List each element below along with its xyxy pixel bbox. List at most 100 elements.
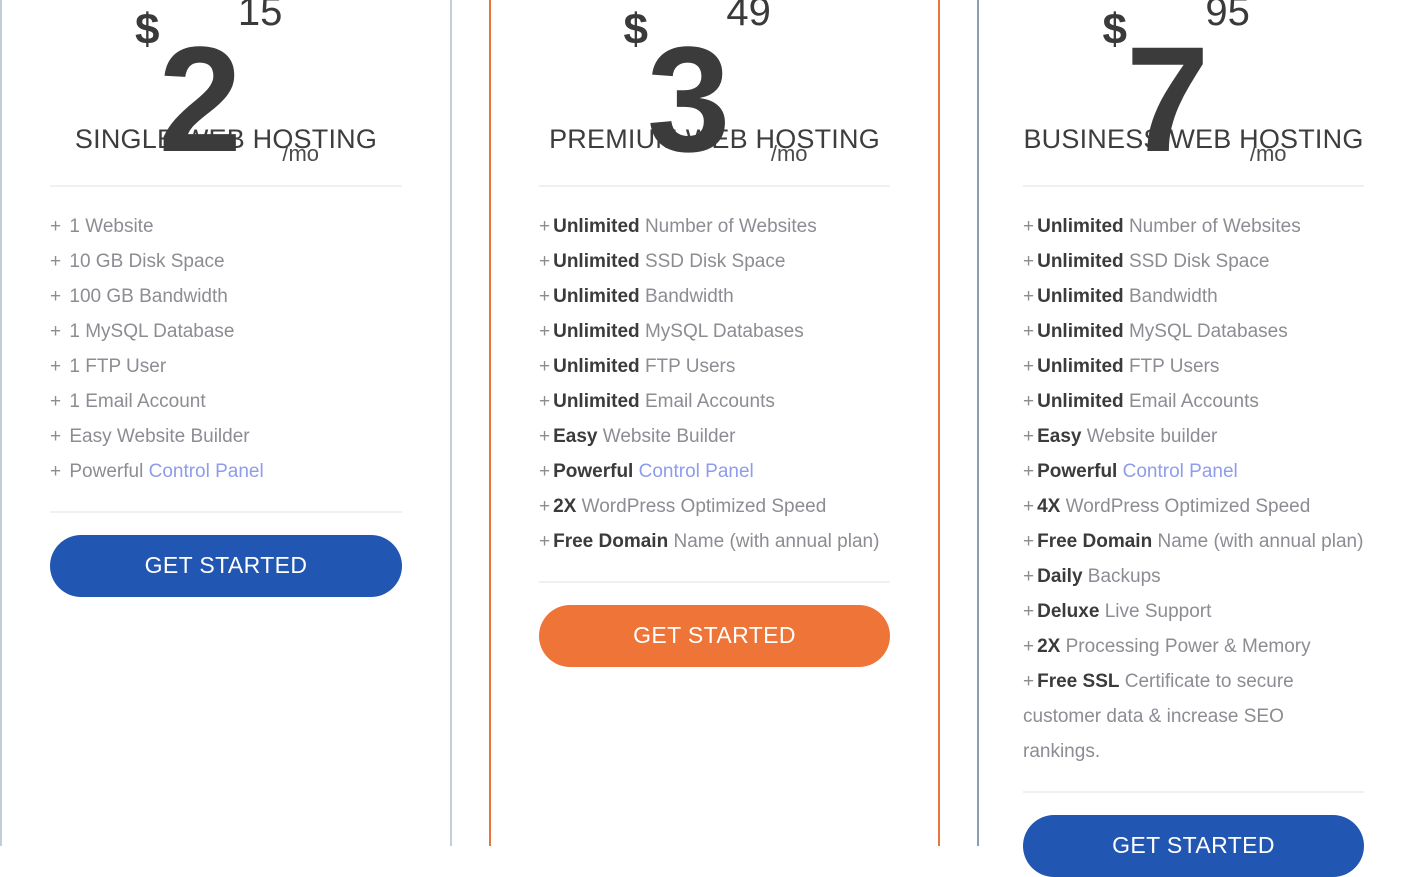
feature-item: +2X Processing Power & Memory (1023, 629, 1364, 664)
get-started-button-single[interactable]: GET STARTED (50, 535, 402, 597)
plus-icon: + (50, 391, 62, 412)
feature-highlight: Free SSL (1037, 671, 1120, 692)
plus-icon: + (1023, 216, 1035, 237)
feature-text: 1 MySQL Database (64, 321, 235, 342)
plus-icon: + (1023, 356, 1035, 377)
feature-item: +2X WordPress Optimized Speed (539, 489, 890, 524)
plus-icon: + (50, 286, 62, 307)
feature-item: + Powerful Control Panel (539, 454, 890, 489)
feature-text: 100 GB Bandwidth (64, 286, 228, 307)
plus-icon: + (1023, 636, 1035, 657)
plus-icon: + (1023, 251, 1035, 272)
feature-highlight: Daily (1037, 566, 1083, 587)
plus-icon: + (1023, 531, 1035, 552)
feature-item: + Unlimited Email Accounts (1023, 384, 1364, 419)
feature-highlight: Unlimited (553, 391, 640, 412)
plus-icon: + (539, 391, 551, 412)
feature-text: Backups (1082, 566, 1161, 587)
plan-card-premium: $349/mo PREMIUM WEB HOSTING + Unlimited N… (489, 0, 940, 846)
get-started-button-business[interactable]: GET STARTED (1023, 815, 1364, 877)
feature-text: 10 GB Disk Space (64, 251, 225, 272)
feature-item: +4X WordPress Optimized Speed (1023, 489, 1364, 524)
feature-item: + Easy Website Builder (539, 419, 890, 454)
feature-item: + 100 GB Bandwidth (50, 279, 402, 314)
currency-symbol: $ (623, 5, 648, 54)
feature-highlight: Free Domain (553, 531, 669, 552)
control-panel-link[interactable]: Control Panel (1123, 461, 1238, 482)
feature-item: + Unlimited Number of Websites (539, 209, 890, 244)
feature-highlight: Unlimited (1037, 391, 1124, 412)
feature-highlight: Unlimited (1037, 321, 1124, 342)
plus-icon: + (539, 426, 551, 447)
feature-text: Name (with annual plan) (1152, 531, 1364, 552)
plus-icon: + (539, 216, 551, 237)
price-cents: 49 (726, 0, 771, 34)
feature-text: FTP Users (639, 356, 736, 377)
price-amount: 2 (158, 15, 241, 183)
control-panel-link[interactable]: Control Panel (149, 461, 264, 482)
feature-item: + Unlimited MySQL Databases (539, 314, 890, 349)
feature-item: + Daily Backups (1023, 559, 1364, 594)
feature-text: Email Accounts (1123, 391, 1259, 412)
feature-list-premium: + Unlimited Number of Websites + Unlimited … (539, 187, 890, 559)
feature-highlight: Unlimited (553, 356, 640, 377)
feature-item: + Free Domain Name (with annual plan) (539, 524, 890, 559)
feature-highlight: 4X (1037, 496, 1061, 517)
feature-text: 1 Website (64, 216, 154, 237)
feature-text: MySQL Databases (1123, 321, 1288, 342)
feature-highlight: Unlimited (553, 251, 640, 272)
feature-item: + Unlimited FTP Users (1023, 349, 1364, 384)
plus-icon: + (539, 356, 551, 377)
feature-item: + Unlimited Number of Websites (1023, 209, 1364, 244)
plus-icon: + (1023, 461, 1035, 482)
plan-card-single: $215/mo SINGLE WEB HOSTING + 1 Website + … (0, 0, 452, 846)
feature-text: Bandwidth (639, 286, 734, 307)
feature-item: + Unlimited MySQL Databases (1023, 314, 1364, 349)
get-started-button-premium[interactable]: GET STARTED (539, 605, 890, 667)
plus-icon: + (1023, 671, 1035, 692)
feature-highlight: Powerful (1037, 461, 1118, 482)
feature-text: WordPress Optimized Speed (576, 496, 827, 517)
plus-icon: + (1023, 321, 1035, 342)
feature-item: + 10 GB Disk Space (50, 244, 402, 279)
plus-icon: + (1023, 601, 1035, 622)
price-amount: 3 (646, 15, 730, 183)
plus-icon: + (539, 531, 551, 552)
feature-highlight: Unlimited (553, 286, 640, 307)
feature-highlight: Unlimited (1037, 251, 1124, 272)
plus-icon: + (50, 321, 62, 342)
plan-card-business: $795/mo BUSINESS WEB HOSTING + Unlimited … (977, 0, 1410, 877)
feature-text: Easy Website Builder (64, 426, 250, 447)
feature-item: + Unlimited Bandwidth (539, 279, 890, 314)
plus-icon: + (50, 356, 62, 377)
plus-icon: + (539, 496, 551, 517)
feature-highlight: Unlimited (1037, 216, 1124, 237)
feature-text: SSD Disk Space (639, 251, 786, 272)
feature-text: Email Accounts (639, 391, 775, 412)
plus-icon: + (1023, 496, 1035, 517)
feature-text: MySQL Databases (639, 321, 804, 342)
feature-text: Name (with annual plan) (668, 531, 880, 552)
feature-text: Processing Power & Memory (1060, 636, 1311, 657)
price-cents: 95 (1205, 0, 1250, 34)
feature-highlight: Unlimited (553, 321, 640, 342)
plus-icon: + (50, 461, 62, 482)
control-panel-link[interactable]: Control Panel (639, 461, 754, 482)
feature-text: Website builder (1081, 426, 1218, 447)
feature-text: Live Support (1099, 601, 1212, 622)
plus-icon: + (539, 321, 551, 342)
feature-highlight: Free Domain (1037, 531, 1153, 552)
feature-highlight: Easy (553, 426, 598, 447)
plus-icon: + (50, 216, 62, 237)
price-period: /mo (1249, 141, 1287, 166)
feature-item: + Unlimited SSD Disk Space (1023, 244, 1364, 279)
feature-item: + Easy Website builder (1023, 419, 1364, 454)
feature-item: + Powerful Control Panel (50, 454, 402, 489)
plus-icon: + (539, 251, 551, 272)
feature-text: SSD Disk Space (1123, 251, 1270, 272)
feature-item: + 1 Website (50, 209, 402, 244)
feature-list-business: + Unlimited Number of Websites + Unlimited … (1023, 187, 1364, 769)
price-premium: $349/mo (539, 0, 890, 174)
currency-symbol: $ (1102, 5, 1127, 54)
feature-item: + 1 FTP User (50, 349, 402, 384)
